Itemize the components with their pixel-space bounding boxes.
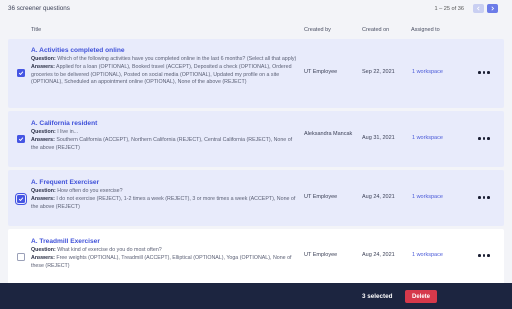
question-text: How often do you exercise? xyxy=(57,188,123,194)
question-count-title: 36 screener questions xyxy=(8,5,70,12)
row-checkbox[interactable] xyxy=(17,253,25,261)
chevron-left-icon xyxy=(476,6,480,11)
assigned-workspace-link[interactable]: 1 workspace xyxy=(412,69,443,77)
question-label: Question: xyxy=(31,129,56,135)
created-on: Aug 24, 2021 xyxy=(362,194,395,200)
more-options-icon[interactable] xyxy=(478,137,490,140)
question-title[interactable]: A. Treadmill Exerciser xyxy=(31,238,299,245)
previous-page-button[interactable] xyxy=(473,4,484,13)
column-created-on[interactable]: Created on xyxy=(362,27,389,33)
column-created-by[interactable]: Created by xyxy=(304,27,331,33)
answers-text: Southern California (ACCEPT), Northern C… xyxy=(31,136,293,151)
column-assigned-to[interactable]: Assigned to xyxy=(411,27,440,33)
question-text: I live in... xyxy=(57,129,79,135)
question-label: Question: xyxy=(31,188,56,194)
created-on: Aug 24, 2021 xyxy=(362,252,395,258)
answers-label: Answers: xyxy=(31,195,55,202)
question-text: Which of the following activities have y… xyxy=(57,56,297,62)
row-checkbox[interactable] xyxy=(17,135,25,143)
more-options-icon[interactable] xyxy=(478,254,490,257)
checkmark-icon xyxy=(18,137,24,142)
checkmark-icon xyxy=(18,197,24,202)
more-options-icon[interactable] xyxy=(478,71,490,74)
answers-label: Answers: xyxy=(31,63,55,70)
table-header: Title Created by Created on Assigned to xyxy=(8,22,504,38)
answers-text: Applied for a loan (OPTIONAL), Booked tr… xyxy=(31,63,292,86)
pagination: 1 – 25 of 36 xyxy=(434,4,498,13)
answers-label: Answers: xyxy=(31,254,55,261)
next-page-button[interactable] xyxy=(487,4,498,13)
created-by: UT Employee xyxy=(304,69,338,75)
question-label: Question: xyxy=(31,56,56,62)
assigned-workspace-link[interactable]: 1 workspace xyxy=(412,252,443,260)
created-on: Aug 31, 2021 xyxy=(362,135,395,141)
created-by: UT Employee xyxy=(304,252,338,258)
answers-text: I do not exercise (REJECT), 1-2 times a … xyxy=(31,195,296,210)
assigned-workspace-link[interactable]: 1 workspace xyxy=(412,194,443,202)
created-by: Aleksandra Mancak xyxy=(304,131,353,137)
selection-action-bar: 3 selected Delete xyxy=(0,283,512,309)
created-on: Sep 22, 2021 xyxy=(362,69,395,75)
question-list: A. Activities completed online Question:… xyxy=(8,39,504,288)
column-title[interactable]: Title xyxy=(31,27,41,33)
table-row[interactable]: A. Frequent Exerciser Question: How ofte… xyxy=(8,170,504,226)
selected-count: 3 selected xyxy=(362,293,393,300)
row-checkbox[interactable] xyxy=(17,69,25,77)
chevron-right-icon xyxy=(491,6,495,11)
pagination-range: 1 – 25 of 36 xyxy=(434,5,464,12)
question-title[interactable]: A. Frequent Exerciser xyxy=(31,179,299,186)
assigned-workspace-link[interactable]: 1 workspace xyxy=(412,135,443,143)
table-row[interactable]: A. Treadmill Exerciser Question: What ki… xyxy=(8,229,504,285)
question-label: Question: xyxy=(31,247,56,253)
answers-label: Answers: xyxy=(31,136,55,143)
table-row[interactable]: A. Activities completed online Question:… xyxy=(8,39,504,108)
checkmark-icon xyxy=(18,71,24,76)
answers-text: Free weights (OPTIONAL), Treadmill (ACCE… xyxy=(31,254,292,269)
more-options-icon[interactable] xyxy=(478,196,490,199)
question-title[interactable]: A. Activities completed online xyxy=(31,47,299,54)
row-checkbox[interactable] xyxy=(15,193,27,205)
table-row[interactable]: A. California resident Question: I live … xyxy=(8,111,504,167)
delete-button[interactable]: Delete xyxy=(405,290,437,303)
created-by: UT Employee xyxy=(304,194,338,200)
question-text: What kind of exercise do you do most oft… xyxy=(57,247,162,253)
toolbar: 36 screener questions 1 – 25 of 36 xyxy=(0,0,512,20)
question-title[interactable]: A. California resident xyxy=(31,120,299,127)
